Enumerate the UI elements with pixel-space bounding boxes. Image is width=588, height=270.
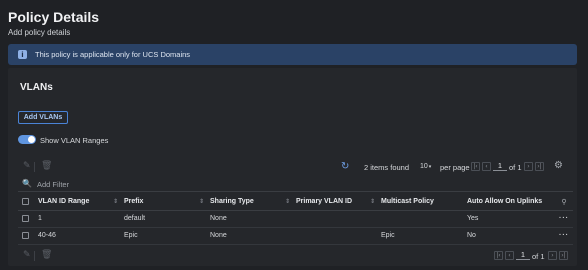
trash-icon[interactable]: 🗑 [41,161,52,171]
column-header-sharing-type[interactable]: Sharing Type ⇕ [210,194,296,211]
page-of-label: of 1 [509,163,522,172]
cell-prefix: Epic [124,227,210,245]
vlans-table: VLAN ID Range ⇕ Prefix ⇕ Sharing Type ⇕ Pri… [18,194,573,245]
first-page-icon[interactable]: |‹ [494,251,503,260]
add-vlans-button[interactable]: Add VLANs [18,111,68,124]
gear-icon[interactable]: ⚙ [554,160,563,171]
cell-multicast-policy: Epic [381,227,467,245]
toolbar-divider [34,251,35,261]
toggle-knob [28,136,35,143]
banner-text: This policy is applicable only for UCS D… [35,50,191,59]
page-subtitle: Add policy details [8,28,71,37]
select-all-checkbox[interactable] [18,194,38,211]
items-found-count: 2 items found [364,163,410,172]
table-row[interactable]: 40-46 Epic None Epic No ··· [18,227,573,245]
filter-underline [18,191,573,192]
cell-multicast-policy [381,210,467,228]
page-title: Policy Details [8,9,100,25]
show-vlan-ranges-toggle[interactable] [18,135,36,144]
per-page-select[interactable]: 10 ▾ [420,161,436,172]
cell-sharing-type: None [210,210,296,228]
cell-vlan-id-range: 40-46 [38,227,124,245]
page-number-input[interactable]: 1 [516,250,530,260]
table-header-row: VLAN ID Range ⇕ Prefix ⇕ Sharing Type ⇕ Pri… [18,194,573,211]
page-number-input[interactable]: 1 [493,161,507,171]
per-page-value: 10 [420,163,428,170]
cell-prefix: default [124,210,210,228]
per-page-label: per page [440,163,470,172]
next-page-icon[interactable]: › [524,162,533,171]
edit-icon[interactable]: ✎ [23,161,31,171]
cell-auto-allow-on-uplinks: No [467,227,555,245]
row-actions-icon[interactable]: ··· [555,227,573,245]
row-checkbox[interactable] [18,227,38,245]
prev-page-icon[interactable]: ‹ [505,251,514,260]
cell-sharing-type: None [210,227,296,245]
chevron-down-icon: ▾ [428,163,432,170]
info-banner: i This policy is applicable only for UCS… [8,44,577,65]
row-checkbox[interactable] [18,210,38,228]
toggle-label: Show VLAN Ranges [40,136,109,145]
last-page-icon[interactable]: ›| [535,162,544,171]
prev-page-icon[interactable]: ‹ [482,162,491,171]
toolbar-divider [34,162,35,172]
row-actions-icon[interactable]: ··· [555,210,573,228]
info-icon: i [18,50,27,59]
column-header-vlan-id-range[interactable]: VLAN ID Range ⇕ [38,194,124,211]
next-page-icon[interactable]: › [548,251,557,260]
cell-primary-vlan-id [296,227,381,245]
filter-input[interactable]: Add Filter [37,180,69,189]
column-pin-icon[interactable]: ⚲ [555,194,573,211]
trash-icon[interactable]: 🗑 [41,250,52,260]
cell-auto-allow-on-uplinks: Yes [467,210,555,228]
page-of-label: of 1 [532,252,545,261]
refresh-icon[interactable]: ↻ [341,161,349,172]
last-page-icon[interactable]: ›| [559,251,568,260]
column-header-auto-allow-on-uplinks[interactable]: Auto Allow On Uplinks [467,194,555,211]
column-header-primary-vlan-id[interactable]: Primary VLAN ID ⇕ [296,194,381,211]
column-header-prefix[interactable]: Prefix ⇕ [124,194,210,211]
edit-icon[interactable]: ✎ [23,250,31,260]
first-page-icon[interactable]: |‹ [471,162,480,171]
cell-primary-vlan-id [296,210,381,228]
column-header-multicast-policy[interactable]: Multicast Policy [381,194,467,211]
section-title: VLANs [20,82,53,93]
cell-vlan-id-range: 1 [38,210,124,228]
search-icon: 🔍 [22,179,32,188]
table-row[interactable]: 1 default None Yes ··· [18,210,573,228]
